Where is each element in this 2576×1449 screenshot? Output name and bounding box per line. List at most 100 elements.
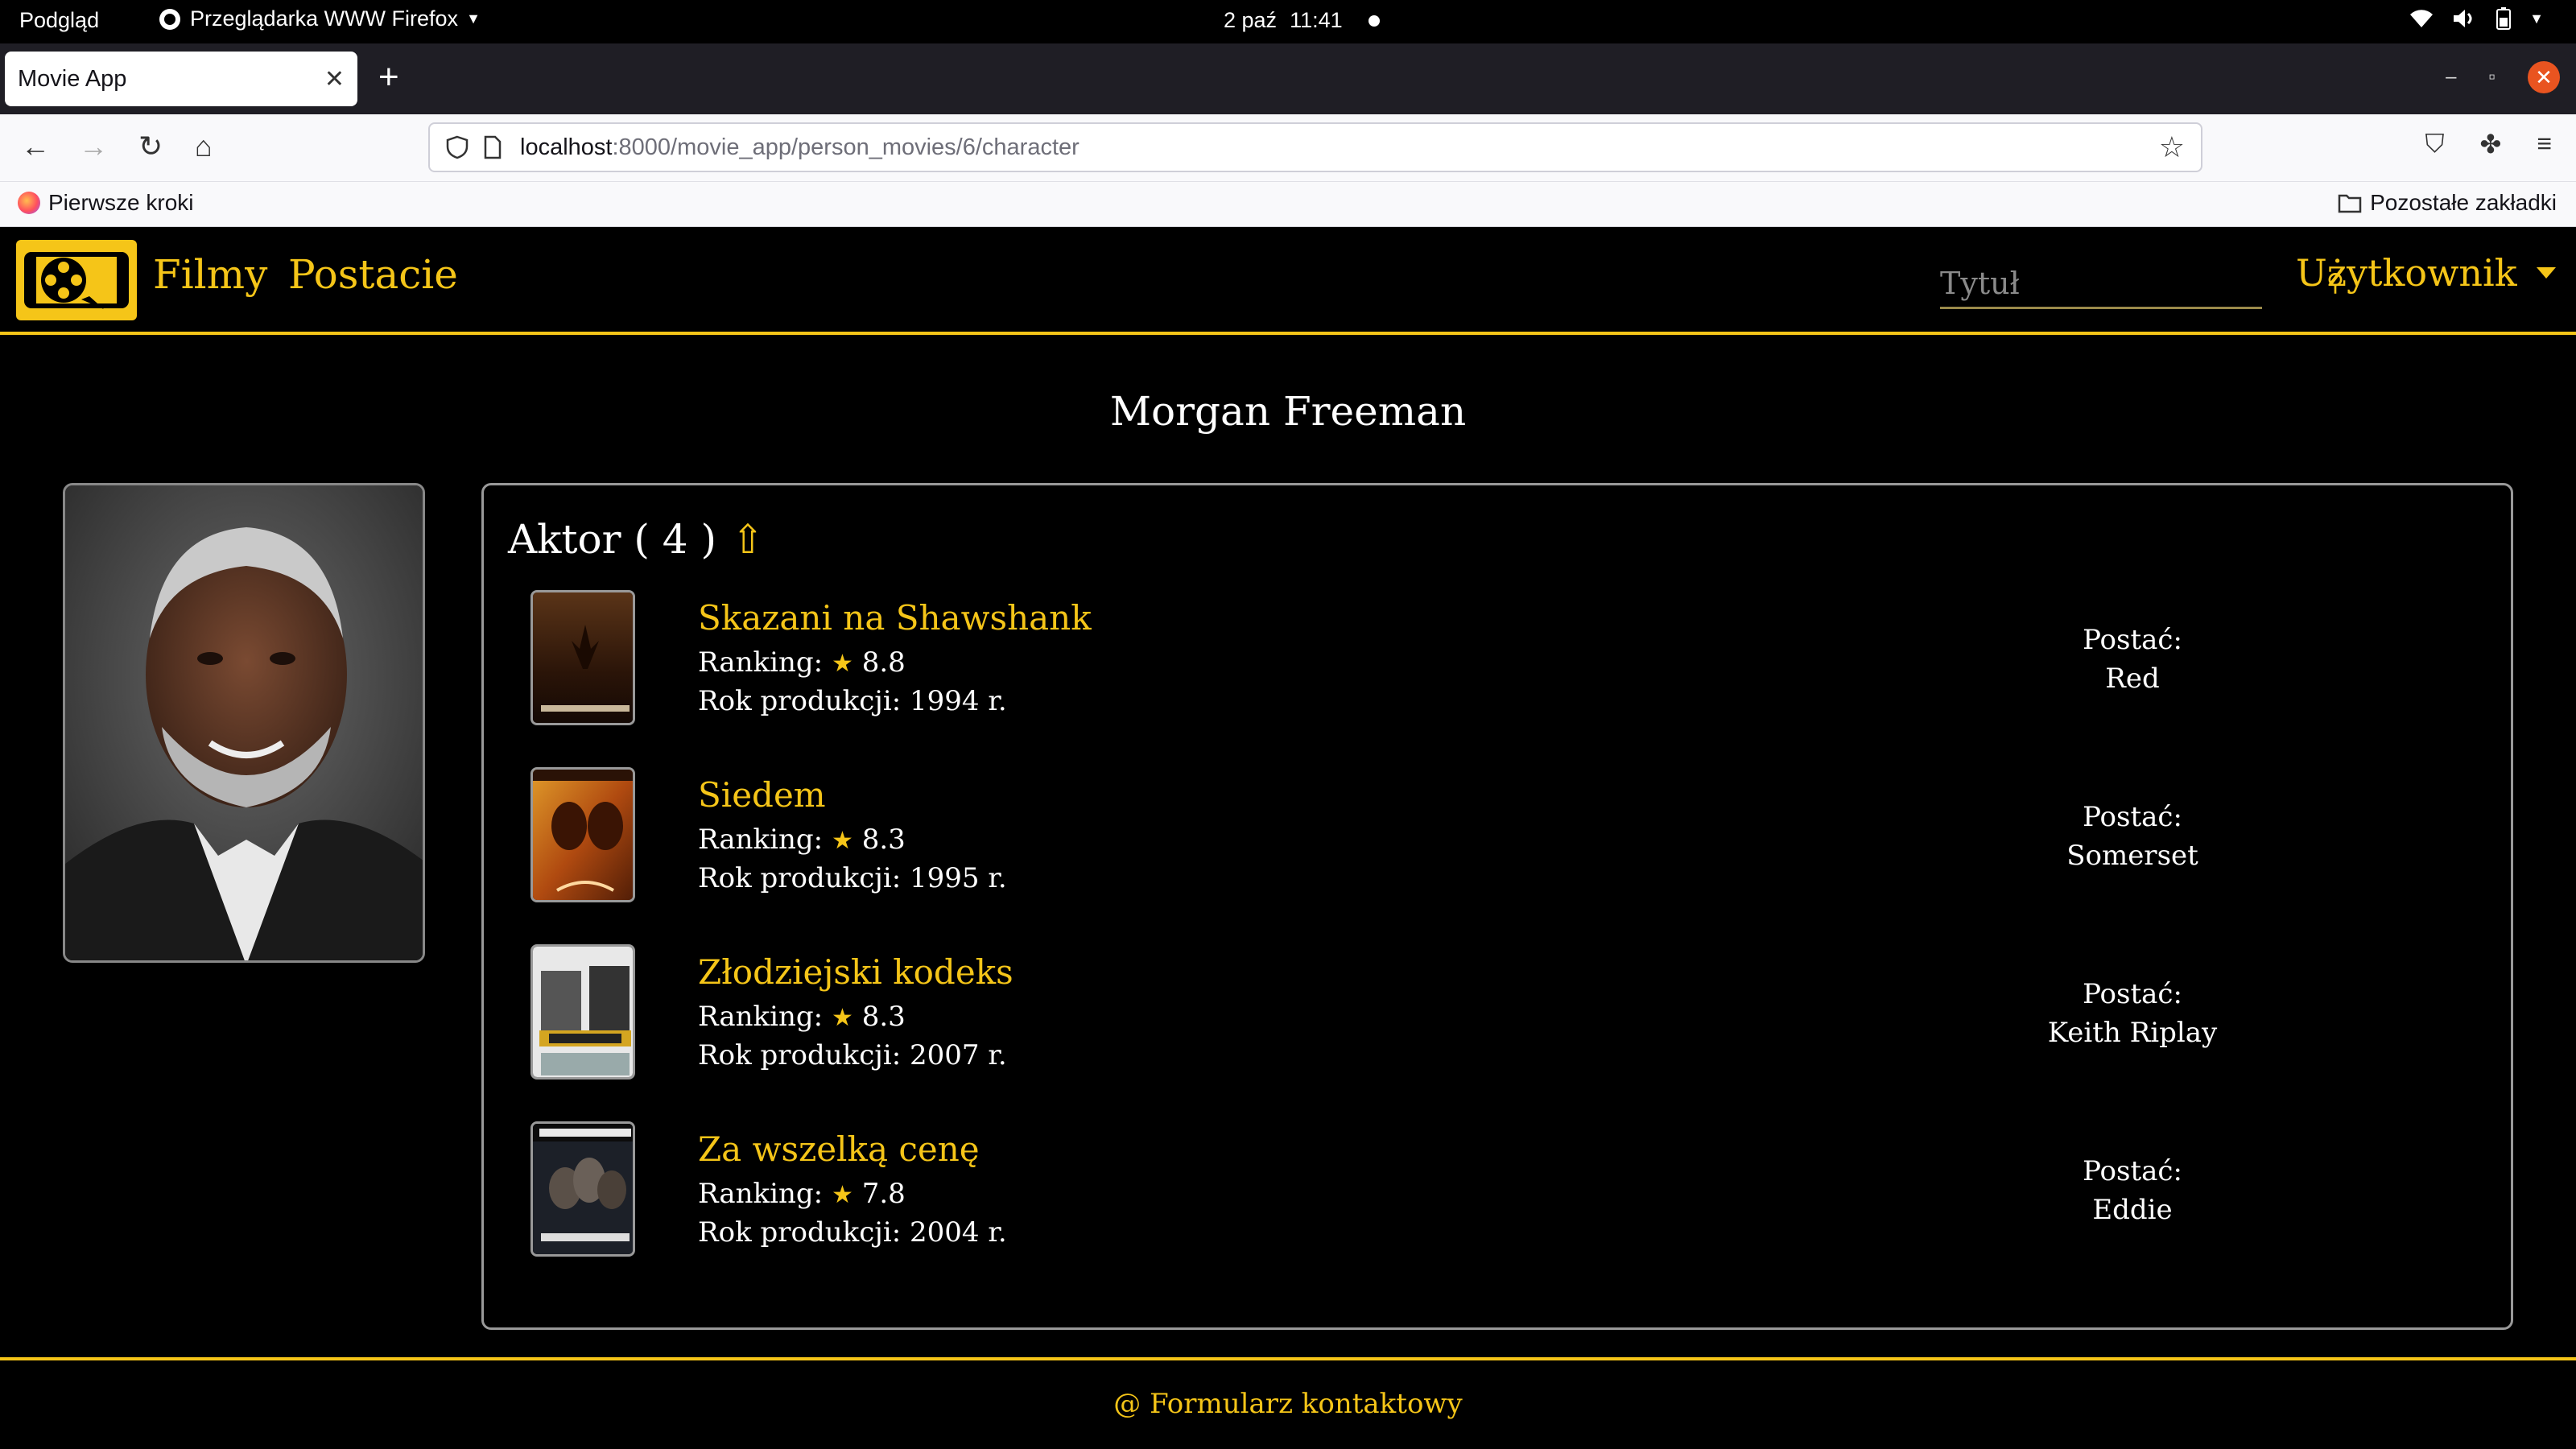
movie-ranking: Ranking: ★ 8.3	[698, 1001, 906, 1033]
firefox-icon	[159, 8, 180, 30]
ranking-value: 8.8	[861, 646, 906, 679]
movie-title-link[interactable]: Siedem	[698, 775, 826, 815]
chevron-down-icon: ▼	[466, 10, 481, 27]
movie-character: Postać: Red	[1979, 621, 2285, 698]
character-label: Postać:	[2083, 978, 2182, 1010]
page-icon[interactable]	[483, 135, 502, 159]
movie-poster[interactable]	[530, 590, 635, 725]
shield-icon[interactable]	[446, 135, 469, 159]
movie-year: Rok produkcji: 2004 r.	[698, 1216, 1007, 1249]
forward-button[interactable]: →	[79, 129, 108, 164]
tab-title: Movie App	[18, 65, 127, 92]
firefox-icon	[18, 192, 40, 214]
tab-movie-app[interactable]: Movie App ✕	[5, 52, 357, 106]
character-label: Postać:	[2083, 624, 2182, 656]
year-value: 1994	[909, 685, 980, 717]
activities-button[interactable]: Podgląd	[19, 8, 99, 33]
year-suffix: r.	[988, 685, 1007, 717]
movies-panel: Aktor ( 4 ) ⇧ Skazani na Shawshank Rankin…	[481, 483, 2513, 1330]
search-box: ⚲	[1940, 259, 2344, 309]
extensions-icon[interactable]: ✤	[2480, 129, 2502, 159]
url-bar[interactable]: localhost:8000/movie_app/person_movies/6…	[428, 122, 2202, 172]
search-input[interactable]	[1940, 265, 2326, 301]
folder-icon	[2338, 194, 2362, 213]
home-button[interactable]: ⌂	[195, 129, 213, 164]
ranking-label: Ranking:	[698, 1001, 824, 1033]
battery-icon	[2496, 7, 2512, 30]
notification-dot-icon	[1368, 14, 1380, 27]
close-window-button[interactable]: ✕	[2528, 61, 2560, 93]
person-name: Morgan Freeman	[1109, 388, 1467, 435]
section-title: Aktor ( 4 )	[508, 516, 717, 563]
user-menu[interactable]: Użytkownik	[2296, 251, 2556, 295]
movie-row: Siedem Ranking: ★ 8.3 Rok produkcji: 199…	[530, 767, 2495, 906]
clock-time: 11:41	[1290, 8, 1343, 32]
year-label: Rok produkcji:	[698, 685, 902, 717]
other-bookmarks[interactable]: Pozostałe zakładki	[2338, 190, 2557, 216]
close-tab-icon[interactable]: ✕	[324, 65, 345, 93]
new-tab-button[interactable]: +	[378, 60, 399, 95]
star-icon: ★	[831, 1004, 853, 1032]
minimize-button[interactable]: –	[2446, 66, 2456, 89]
ranking-value: 7.8	[861, 1178, 906, 1210]
contact-form-link[interactable]: @ Formularz kontaktowy	[1113, 1388, 1462, 1420]
year-label: Rok produkcji:	[698, 862, 902, 894]
movie-title-link[interactable]: Skazani na Shawshank	[698, 598, 1092, 638]
year-label: Rok produkcji:	[698, 1039, 902, 1071]
film-camera-logo-icon[interactable]	[16, 240, 137, 320]
clock[interactable]: 2 paź 11:41	[1224, 8, 1380, 33]
movie-title-link[interactable]: Za wszelką cenę	[698, 1129, 980, 1169]
year-suffix: r.	[988, 1216, 1007, 1249]
bookmarks-bar: Pierwsze kroki Pozostałe zakładki	[0, 182, 2576, 227]
maximize-button[interactable]: ▫	[2488, 66, 2496, 89]
window-controls: – ▫ ✕	[2446, 61, 2560, 93]
star-icon: ★	[831, 650, 853, 678]
volume-icon	[2454, 10, 2472, 27]
movie-row: Skazani na Shawshank Ranking: ★ 8.8 Rok …	[530, 590, 2495, 729]
site-header: Filmy Postacie ⚲ Użytkownik	[0, 227, 2576, 335]
reload-button[interactable]: ↻	[138, 129, 163, 164]
star-icon: ★	[831, 1181, 853, 1209]
bookmark-star-icon[interactable]: ☆	[2159, 130, 2185, 164]
year-value: 2004	[909, 1216, 980, 1249]
pocket-icon[interactable]: ⛉	[2425, 129, 2445, 159]
url-path: :8000/movie_app/person_movies/6/characte…	[612, 134, 1080, 160]
movie-row: Złodziejski kodeks Ranking: ★ 8.3 Rok pr…	[530, 944, 2495, 1083]
wifi-icon	[2410, 10, 2434, 27]
menu-icon[interactable]: ≡	[2537, 129, 2552, 159]
ranking-label: Ranking:	[698, 824, 824, 856]
tab-strip: Movie App ✕ + – ▫ ✕	[0, 43, 2576, 114]
movie-ranking: Ranking: ★ 8.8	[698, 646, 906, 679]
movie-title-link[interactable]: Złodziejski kodeks	[698, 952, 1013, 992]
character-label: Postać:	[2083, 1155, 2182, 1187]
movie-year: Rok produkcji: 1995 r.	[698, 862, 1007, 894]
nav-link-films[interactable]: Filmy	[153, 251, 267, 298]
movie-row: Za wszelką cenę Ranking: ★ 7.8 Rok produ…	[530, 1121, 2495, 1260]
section-header: Aktor ( 4 ) ⇧	[508, 516, 765, 563]
site-footer: @ Formularz kontaktowy	[0, 1357, 2576, 1449]
movie-poster[interactable]	[530, 1121, 635, 1257]
app-menu-label: Przeglądarka WWW Firefox	[190, 6, 459, 31]
app-menu[interactable]: Przeglądarka WWW Firefox ▼	[158, 6, 481, 31]
character-label: Postać:	[2083, 801, 2182, 833]
chevron-down-icon	[2536, 267, 2556, 279]
back-button[interactable]: ←	[21, 129, 50, 164]
movie-year: Rok produkcji: 2007 r.	[698, 1039, 1007, 1071]
page-content: Filmy Postacie ⚲ Użytkownik Morgan Freem…	[0, 227, 2576, 1449]
character-name: Eddie	[2092, 1194, 2173, 1226]
character-name: Red	[2105, 663, 2160, 695]
url-host: localhost	[520, 134, 613, 160]
movie-poster[interactable]	[530, 767, 635, 902]
system-tray[interactable]: ▼	[2409, 6, 2544, 31]
movie-character: Postać: Eddie	[1979, 1152, 2285, 1229]
year-value: 1995	[909, 862, 980, 894]
sort-arrow-icon[interactable]: ⇧	[731, 516, 765, 563]
movie-character: Postać: Keith Riplay	[1979, 975, 2285, 1052]
character-name: Somerset	[2066, 840, 2198, 872]
ranking-value: 8.3	[861, 824, 906, 856]
movie-poster[interactable]	[530, 944, 635, 1080]
ranking-value: 8.3	[861, 1001, 906, 1033]
character-name: Keith Riplay	[2047, 1017, 2218, 1049]
nav-link-characters[interactable]: Postacie	[288, 251, 458, 298]
bookmark-getting-started[interactable]: Pierwsze kroki	[18, 190, 193, 216]
